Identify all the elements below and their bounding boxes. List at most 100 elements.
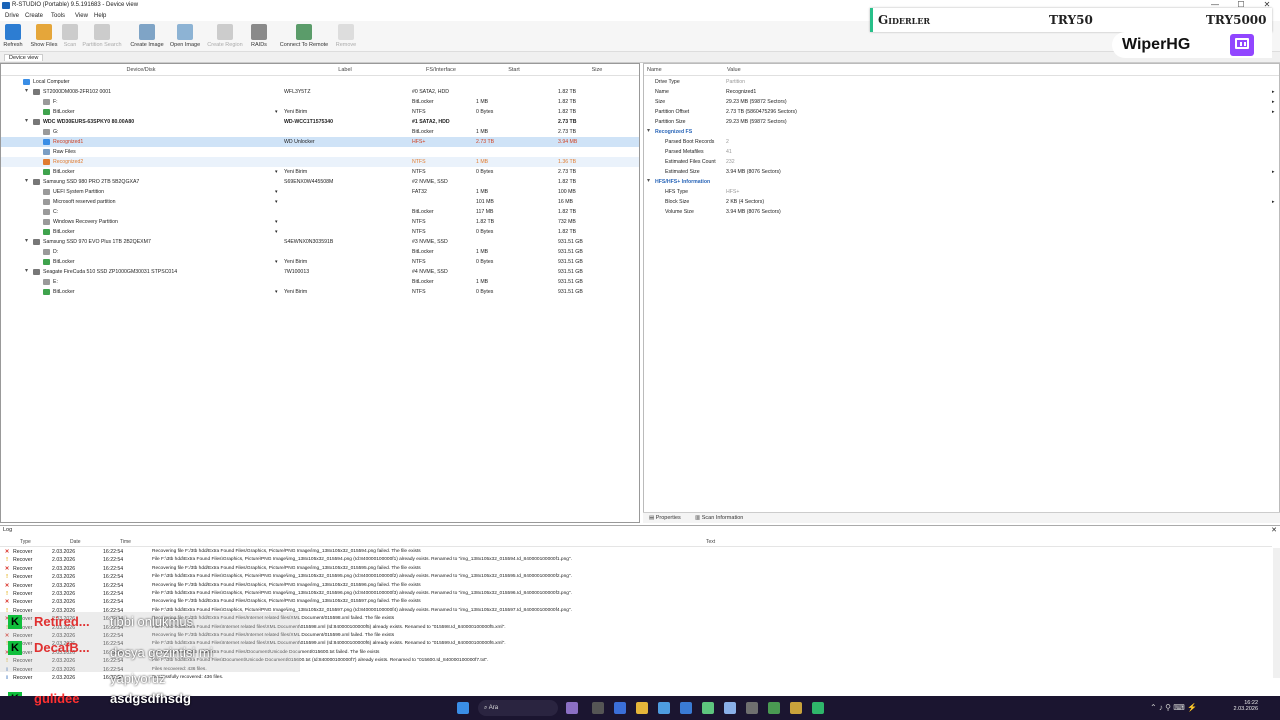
device-row[interactable]: ▾ Samsung SSD 980 PRO 2TB 5B2QGXA7 S69ENX0… <box>1 177 639 187</box>
log-row[interactable]: ! Recover 2.03.2026 16:22:54 File F:\3tb hdd… <box>0 573 1272 581</box>
log-col-time[interactable]: Time <box>120 539 131 545</box>
prop-header-value[interactable]: Value <box>724 64 1279 76</box>
dropdown-arrow-icon[interactable]: ▾ <box>275 257 278 267</box>
expand-icon[interactable]: ▾ <box>25 87 28 94</box>
taskbar-app-icon[interactable] <box>702 702 714 714</box>
open-image-button[interactable]: Open Image <box>168 24 202 51</box>
connect-remote-button[interactable]: Connect To Remote <box>278 24 330 51</box>
device-row[interactable]: Local Computer <box>1 77 639 87</box>
taskbar-app-icon[interactable] <box>768 702 780 714</box>
chevron-right-icon[interactable]: ▸ <box>1272 87 1275 97</box>
log-scrollbar[interactable] <box>1273 548 1280 678</box>
create-region-button[interactable]: Create Region <box>206 24 244 51</box>
property-row[interactable]: Partition Size 29.23 MB (59872 Sectors) <box>644 117 1279 127</box>
chevron-right-icon[interactable]: ▸ <box>1272 97 1275 107</box>
create-image-button[interactable]: Create Image <box>128 24 166 51</box>
property-row[interactable]: Volume Size 3.94 MB (8076 Sectors) <box>644 207 1279 217</box>
log-col-date[interactable]: Date <box>70 539 81 545</box>
log-row[interactable]: ! Recover 2.03.2026 16:22:54 File F:\3tb hdd… <box>0 556 1272 564</box>
taskbar-app-icon[interactable] <box>680 702 692 714</box>
property-row[interactable]: Parsed Metafiles 41 <box>644 147 1279 157</box>
property-section[interactable]: ▾ Recognized FS <box>644 127 1279 137</box>
property-row[interactable]: HFS Type HFS+ <box>644 187 1279 197</box>
taskbar-app-icon[interactable] <box>812 702 824 714</box>
property-row[interactable]: Size 29.23 MB (59872 Sectors) ▸ <box>644 97 1279 107</box>
device-row[interactable]: Windows Recovery Partition ▾ NTFS 1.82 TB 73… <box>1 217 639 227</box>
taskbar-app-icon[interactable] <box>658 702 670 714</box>
property-row[interactable]: Partition Offset 2.73 TB (5860475296 Sect… <box>644 107 1279 117</box>
log-row[interactable]: ✕ Recover 2.03.2026 16:22:54 Recovering file… <box>0 582 1272 590</box>
taskbar-app-icon[interactable] <box>566 702 578 714</box>
device-row[interactable]: E: BitLocker 1 MB 931.51 GB <box>1 277 639 287</box>
column-header-size[interactable]: Size <box>555 64 639 76</box>
device-row[interactable]: Microsoft reserved partition ▾ 101 MB 16 MB <box>1 197 639 207</box>
expand-icon[interactable]: ▾ <box>25 237 28 244</box>
device-row[interactable]: ▾ ST2000DM008-2FR102 0001 WFL3Y5TZ #0 SATA2… <box>1 87 639 97</box>
chevron-right-icon[interactable]: ▸ <box>1272 167 1275 177</box>
property-row[interactable]: Drive Type Partition <box>644 77 1279 87</box>
device-row[interactable]: BitLocker Yeni Birim ▾ NTFS 0 Bytes 931.51 GB <box>1 287 639 297</box>
device-row[interactable]: BitLocker Yeni Birim ▾ NTFS 0 Bytes 931.51 GB <box>1 257 639 267</box>
column-header-fs[interactable]: FS/Interface <box>409 64 473 76</box>
tab-properties[interactable]: ▤ Properties <box>649 515 681 521</box>
column-header-device[interactable]: Device/Disk <box>1 64 281 76</box>
start-icon[interactable] <box>457 702 469 714</box>
device-row[interactable]: D: BitLocker 1 MB 931.51 GB <box>1 247 639 257</box>
remove-button[interactable]: Remove <box>334 24 358 51</box>
clock[interactable]: 16:22 2.03.2026 <box>1232 700 1258 712</box>
taskbar-app-icon[interactable] <box>636 702 648 714</box>
tab-scan-information[interactable]: ▥ Scan Information <box>695 515 743 521</box>
prop-header-name[interactable]: Name <box>644 64 724 76</box>
device-row[interactable]: BitLocker Yeni Birim ▾ NTFS 0 Bytes 2.73 TB <box>1 167 639 177</box>
column-header-label[interactable]: Label <box>281 64 409 76</box>
property-row[interactable]: Block Size 2 KB (4 Sectors) ▸ <box>644 197 1279 207</box>
property-row[interactable]: Name Recognized1 ▸ <box>644 87 1279 97</box>
dropdown-arrow-icon[interactable]: ▾ <box>275 187 278 197</box>
dropdown-arrow-icon[interactable]: ▾ <box>275 287 278 297</box>
device-row[interactable]: ▾ WDC WD30EURS-63SPKY0 80.00A80 WD-WCC1T15… <box>1 117 639 127</box>
log-row[interactable]: ✕ Recover 2.03.2026 16:22:54 Recovering file… <box>0 598 1272 606</box>
dropdown-arrow-icon[interactable]: ▾ <box>275 107 278 117</box>
device-row[interactable]: C: BitLocker 117 MB 1.82 TB <box>1 207 639 217</box>
show-files-button[interactable]: Show Files <box>30 24 58 51</box>
property-row[interactable]: Estimated Files Count 232 <box>644 157 1279 167</box>
collapse-icon[interactable]: ▾ <box>647 127 650 134</box>
device-row[interactable]: UEFI System Partition ▾ FAT32 1 MB 100 MB <box>1 187 639 197</box>
chevron-right-icon[interactable]: ▸ <box>1272 197 1275 207</box>
device-row[interactable]: BitLocker Yeni Birim ▾ NTFS 0 Bytes 1.82 TB <box>1 107 639 117</box>
log-close-icon[interactable]: ✕ <box>1271 526 1277 534</box>
taskbar-app-icon[interactable] <box>724 702 736 714</box>
dropdown-arrow-icon[interactable]: ▾ <box>275 197 278 207</box>
collapse-icon[interactable]: ▾ <box>647 177 650 184</box>
taskbar-search[interactable]: ⌕ Ara <box>478 700 558 716</box>
tray-icons[interactable]: ⌃ ♪ ⚲ ⌨ ⚡ <box>1150 703 1197 712</box>
refresh-button[interactable]: Refresh <box>2 24 24 51</box>
dropdown-arrow-icon[interactable]: ▾ <box>275 227 278 237</box>
menu-create[interactable]: Create <box>25 13 43 19</box>
scan-button[interactable]: Scan <box>61 24 79 51</box>
device-row[interactable]: F: BitLocker 1 MB 1.82 TB <box>1 97 639 107</box>
log-row[interactable]: ! Recover 2.03.2026 16:22:54 File F:\3tb hdd… <box>0 590 1272 598</box>
device-row[interactable]: Recognized2 NTFS 1 MB 1.36 TB <box>1 157 639 167</box>
menu-view[interactable]: View <box>75 13 88 19</box>
partition-search-button[interactable]: Partition Search <box>81 24 123 51</box>
device-tree-pane[interactable]: Device/Disk Label FS/Interface Start Siz… <box>0 63 640 523</box>
device-row[interactable]: ▾ Seagate FireCuda 510 SSD ZP1000GM30031 … <box>1 267 639 277</box>
log-row[interactable]: ✕ Recover 2.03.2026 16:22:54 Recovering file… <box>0 565 1272 573</box>
dropdown-arrow-icon[interactable]: ▾ <box>275 167 278 177</box>
log-row[interactable]: ✕ Recover 2.03.2026 16:22:54 Recovering file… <box>0 548 1272 556</box>
column-header-start[interactable]: Start <box>473 64 555 76</box>
taskbar-app-icon[interactable] <box>592 702 604 714</box>
property-row[interactable]: Estimated Size 3.94 MB (8076 Sectors) ▸ <box>644 167 1279 177</box>
device-row[interactable]: G: BitLocker 1 MB 2.73 TB <box>1 127 639 137</box>
device-row[interactable]: BitLocker ▾ NTFS 0 Bytes 1.82 TB <box>1 227 639 237</box>
taskbar-app-icon[interactable] <box>614 702 626 714</box>
device-row[interactable]: Raw Files <box>1 147 639 157</box>
dropdown-arrow-icon[interactable]: ▾ <box>275 217 278 227</box>
properties-pane[interactable]: Name Value Drive Type Partition Name Recogn… <box>643 63 1280 523</box>
chevron-right-icon[interactable]: ▸ <box>1272 107 1275 117</box>
taskbar-app-icon[interactable] <box>746 702 758 714</box>
property-section[interactable]: ▾ HFS/HFS+ Information <box>644 177 1279 187</box>
raids-button[interactable]: RAIDs <box>248 24 270 51</box>
expand-icon[interactable]: ▾ <box>25 117 28 124</box>
